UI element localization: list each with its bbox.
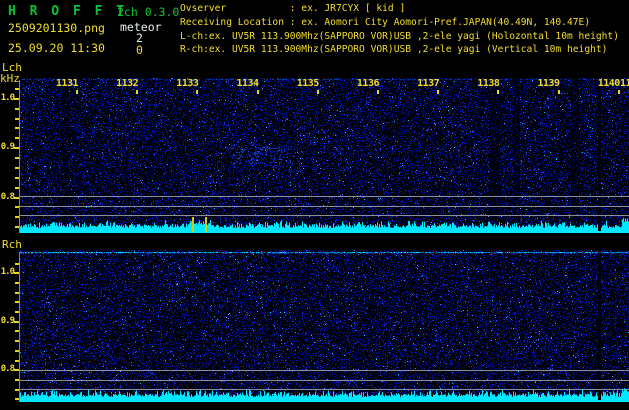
time-tick <box>437 90 440 94</box>
freq-minor-tick <box>15 216 19 219</box>
rch-label: Rch <box>2 238 22 251</box>
freq-tick-label: 0.9 <box>0 315 15 326</box>
freq-minor-tick <box>15 291 19 294</box>
lch-axis-line <box>19 80 20 233</box>
freq-minor-tick <box>15 206 19 209</box>
freq-minor-tick <box>15 349 19 352</box>
time-label: 1140 <box>597 78 621 89</box>
freq-minor-tick <box>15 378 19 381</box>
app-title: H R O F F T <box>8 4 128 19</box>
freq-tick-label: 1.0 <box>0 92 15 103</box>
freq-minor-tick <box>15 176 19 179</box>
freq-tick-label: 0.8 <box>0 364 15 375</box>
meteor-event-marker <box>192 217 194 232</box>
freq-minor-tick <box>15 262 19 265</box>
meteor-count-lower: 0 <box>136 43 143 57</box>
info-line-rch-rig: R-ch:ex. UV5R 113.900Mhz(SAPPORO VOR)USB… <box>180 44 608 56</box>
time-label: 1131 <box>55 78 79 89</box>
output-filename: 2509201130.png <box>8 21 105 35</box>
time-tick <box>196 90 199 94</box>
time-label: 1132 <box>116 78 139 89</box>
freq-minor-tick <box>15 398 19 401</box>
time-tick <box>76 90 78 94</box>
time-label: 1138 <box>477 78 500 89</box>
freq-minor-tick <box>15 340 19 343</box>
freq-minor-tick <box>15 330 19 333</box>
time-label: 1137 <box>417 78 440 89</box>
freq-tick-label: 0.8 <box>0 191 15 202</box>
capture-datetime: 25.09.20 11:30 <box>8 41 105 55</box>
meteor-event-marker <box>205 217 207 232</box>
rch-axis-line <box>19 252 20 402</box>
freq-minor-tick <box>15 388 19 391</box>
time-label: 1135 <box>296 78 320 89</box>
rch-spectrogram-canvas <box>20 250 629 402</box>
freq-unit-label: kHz <box>0 72 20 85</box>
freq-major-tick <box>14 97 19 100</box>
time-label: 1139 <box>537 78 561 89</box>
freq-major-tick <box>14 320 19 323</box>
freq-major-tick <box>14 272 19 275</box>
time-tick <box>617 90 620 94</box>
freq-minor-tick <box>15 117 19 120</box>
freq-major-tick <box>14 196 19 199</box>
freq-minor-tick <box>15 88 19 90</box>
freq-major-tick <box>14 147 19 150</box>
freq-minor-tick <box>15 127 19 130</box>
info-line-lch-rig: L-ch:ex. UV5R 113.900Mhz(SAPPORO VOR)USB… <box>180 30 619 42</box>
info-line-location: Receiving Location : ex. Aomori City Aom… <box>180 16 591 28</box>
lch-spectrogram-canvas <box>20 78 629 233</box>
app-version: 2ch 0.3.0 <box>117 5 180 19</box>
freq-minor-tick <box>15 311 19 313</box>
time-tick <box>557 90 560 94</box>
freq-minor-tick <box>15 281 19 284</box>
freq-minor-tick <box>15 166 19 169</box>
time-tick <box>377 90 379 94</box>
freq-major-tick <box>14 369 19 372</box>
freq-tick-label: 1.0 <box>0 267 15 278</box>
time-tick <box>256 90 259 94</box>
freq-minor-tick <box>15 137 19 140</box>
hrofft-screen: H R O F F T 2ch 0.3.0 2509201130.png met… <box>0 0 629 410</box>
time-label: 1134 <box>236 78 260 89</box>
time-label-partial: 11 <box>620 78 629 89</box>
freq-minor-tick <box>15 157 19 159</box>
freq-minor-tick <box>15 359 19 362</box>
freq-minor-tick <box>15 107 19 110</box>
time-tick <box>497 90 500 94</box>
freq-tick-label: 0.9 <box>0 142 15 153</box>
time-tick <box>316 90 319 94</box>
station-info: Ovserver : ex. JR7CYX [ kid ] Receiving … <box>180 2 629 57</box>
freq-minor-tick <box>15 301 19 304</box>
info-line-observer: Ovserver : ex. JR7CYX [ kid ] <box>180 3 406 14</box>
time-label: 1133 <box>176 78 199 89</box>
freq-minor-tick <box>15 226 19 228</box>
freq-minor-tick <box>15 186 19 189</box>
time-tick <box>136 90 139 94</box>
time-label: 1136 <box>356 78 380 89</box>
